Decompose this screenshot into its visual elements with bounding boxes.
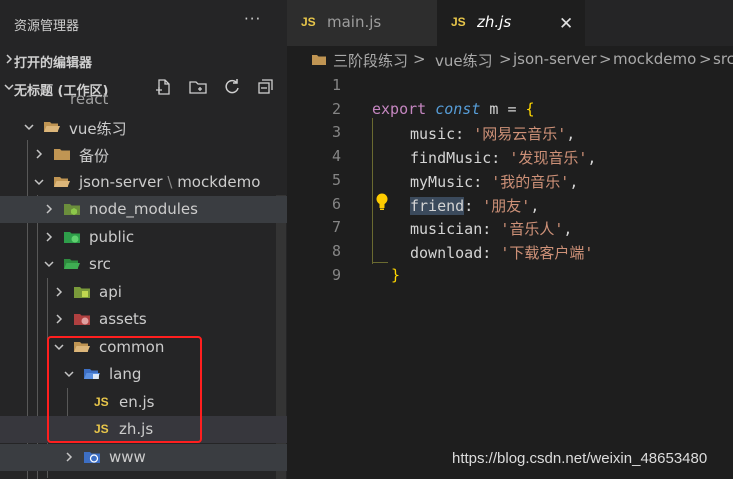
tree-item-react[interactable]: react: [70, 90, 108, 108]
breadcrumb: 三阶段练习 > vue练习 > json-server > mockdemo >…: [287, 47, 733, 71]
www-folder-icon: [84, 452, 100, 463]
tree-item-label: 备份: [79, 147, 110, 165]
explorer-header: 资源管理器 ···: [0, 0, 287, 46]
line-number: 5: [331, 171, 341, 189]
annotation-highlight-box: [47, 336, 202, 443]
line-number: 8: [331, 242, 341, 260]
lightbulb-icon[interactable]: [374, 192, 390, 212]
watermark-text: https://blog.csdn.net/weixin_48653480: [452, 450, 708, 467]
chevron-right-icon: [46, 232, 53, 242]
explorer-sidebar: 资源管理器 ··· 打开的编辑器 无标题 (工作区) react vue练习 备…: [0, 0, 287, 479]
tree-item-label: assets: [99, 310, 147, 328]
folder-icon: [312, 55, 326, 65]
line-number: 9: [331, 266, 341, 284]
code-line-3: music: '网易云音乐',: [410, 125, 576, 143]
tree-item-label: json-server \ mockdemo: [79, 173, 261, 191]
explorer-title: 资源管理器: [14, 19, 80, 34]
tab-label: zh.js: [477, 13, 512, 31]
chevron-right-icon: [66, 452, 73, 462]
indent-guide: [372, 262, 388, 263]
editor-area: JS main.js JS zh.js ✕ 三阶段练习 > vue练习 > js…: [287, 0, 733, 479]
tree-item-src[interactable]: src: [0, 251, 287, 278]
code-line-4: findMusic: '发现音乐',: [410, 149, 597, 167]
open-editors-section[interactable]: 打开的编辑器: [0, 47, 287, 73]
tree-item-public[interactable]: public: [0, 224, 287, 251]
workspace-section[interactable]: 无标题 (工作区): [0, 75, 287, 101]
line-number: 2: [331, 100, 341, 118]
more-actions-icon[interactable]: ···: [244, 10, 261, 28]
breadcrumb-item[interactable]: 三阶段练习: [333, 50, 408, 71]
tree-item-label: public: [89, 228, 135, 246]
tab-main-js[interactable]: JS main.js: [287, 0, 437, 46]
code-line-2: export const m = {: [372, 100, 535, 118]
indent-guide: [372, 118, 373, 264]
breadcrumb-separator: >: [599, 50, 612, 68]
javascript-file-icon: JS: [301, 15, 316, 29]
tree-item-assets[interactable]: assets: [0, 306, 287, 333]
code-line-6: friend: '朋友',: [410, 197, 540, 215]
tab-zh-js[interactable]: JS zh.js ✕: [437, 0, 585, 46]
folder-open-icon: [54, 177, 70, 187]
new-folder-icon[interactable]: [188, 77, 208, 97]
breadcrumb-item[interactable]: json-server: [513, 50, 597, 68]
tree-item-json-server[interactable]: json-server \ mockdemo: [0, 169, 287, 196]
tree-item-www[interactable]: www: [0, 444, 287, 471]
collapse-all-icon[interactable]: [256, 77, 276, 97]
tree-item-node-modules[interactable]: node_modules: [0, 196, 287, 223]
breadcrumb-item[interactable]: src: [713, 50, 733, 68]
chevron-down-icon: [34, 179, 44, 186]
code-line-7: musician: '音乐人',: [410, 220, 573, 238]
tree-item-vue-practice[interactable]: vue练习: [0, 114, 287, 141]
code-line-5: myMusic: '我的音乐',: [410, 173, 579, 191]
selected-word: friend: [410, 197, 465, 215]
tab-label: main.js: [327, 13, 382, 31]
tree-item-label: vue练习: [69, 120, 127, 138]
tree-item-label: api: [99, 283, 122, 301]
chevron-down-icon: [44, 261, 54, 268]
code-line-8: download: '下载客户端': [410, 244, 594, 262]
breadcrumb-separator: >: [499, 50, 512, 68]
refresh-icon[interactable]: [222, 77, 242, 97]
tab-bar: JS main.js JS zh.js ✕: [287, 0, 733, 46]
folder-open-icon: [44, 122, 60, 132]
new-file-icon[interactable]: [154, 77, 174, 97]
chevron-right-icon: [36, 149, 43, 159]
chevron-down-icon: [24, 124, 34, 131]
chevron-right-icon: [56, 287, 63, 297]
tree-item-label: www: [109, 448, 146, 466]
line-number: 7: [331, 218, 341, 236]
node-folder-icon: [64, 204, 80, 215]
breadcrumb-item[interactable]: vue练习: [435, 50, 493, 71]
assets-folder-icon: [74, 314, 90, 325]
tree-item-label: src: [89, 255, 111, 273]
api-folder-icon: [74, 287, 90, 298]
src-folder-icon: [64, 259, 80, 269]
chevron-right-icon: [46, 204, 53, 214]
folder-icon: [54, 149, 70, 160]
line-number: 6: [331, 195, 341, 213]
tree-item-label: node_modules: [89, 200, 198, 218]
tree-item-api[interactable]: api: [0, 279, 287, 306]
line-number: 3: [331, 123, 341, 141]
public-folder-icon: [64, 232, 80, 243]
breadcrumb-item[interactable]: mockdemo: [613, 50, 696, 68]
javascript-file-icon: JS: [451, 15, 466, 29]
breadcrumb-separator: >: [699, 50, 712, 68]
tree-item-backup[interactable]: 备份: [0, 141, 287, 168]
close-icon[interactable]: ✕: [559, 14, 573, 34]
chevron-right-icon: [56, 314, 63, 324]
code-line-9: }: [391, 266, 401, 284]
open-editors-label: 打开的编辑器: [14, 56, 93, 71]
breadcrumb-separator: >: [413, 50, 426, 68]
line-number: 4: [331, 147, 341, 165]
line-number: 1: [331, 76, 341, 94]
